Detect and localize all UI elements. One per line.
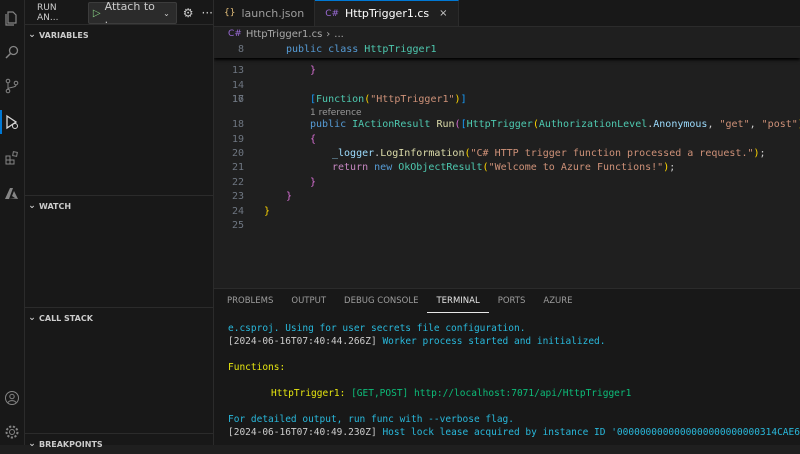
tab-launch-json[interactable]: {} launch.json xyxy=(214,0,316,26)
code-line: } xyxy=(264,206,271,217)
section-label: CALL STACK xyxy=(39,313,93,323)
tab-label: HttpTrigger1.cs xyxy=(345,7,430,20)
line-number: 24 xyxy=(231,206,244,217)
tab-output[interactable]: OUTPUT xyxy=(282,289,335,313)
csharp-file-icon: C# xyxy=(325,8,340,19)
tab-debug-console[interactable]: DEBUG CONSOLE xyxy=(335,289,427,313)
extensions-icon[interactable] xyxy=(0,144,24,172)
tab-terminal[interactable]: TERMINAL xyxy=(427,289,488,313)
code-line: [Function("HttpTrigger1")] xyxy=(310,94,467,105)
code-line: public IActionResult Run([HttpTrigger(Au… xyxy=(310,119,800,130)
line-number: 21 xyxy=(231,162,244,173)
log-message: Worker process started and initialized. xyxy=(376,336,606,347)
sticky-scroll: 8 public class HttpTrigger1 xyxy=(214,42,800,58)
account-icon[interactable] xyxy=(0,384,24,412)
terminal-line: Functions: xyxy=(228,362,286,373)
line-number: 18 xyxy=(231,119,244,130)
terminal-line: [2024-06-16T07:40:44.266Z] Worker proces… xyxy=(228,336,606,347)
tab-httptrigger1-cs[interactable]: C# HttpTrigger1.cs × xyxy=(315,0,459,26)
section-label: WATCH xyxy=(39,201,72,211)
code-line: { xyxy=(310,134,317,145)
azure-icon[interactable] xyxy=(0,180,24,208)
section-variables[interactable]: ⌄ VARIABLES xyxy=(25,24,213,45)
line-number: 8 xyxy=(237,44,244,55)
timestamp: [2024-06-16T07:40:49.230Z] xyxy=(228,427,377,438)
terminal-line: For detailed output, run func with --ver… xyxy=(228,414,514,425)
section-watch[interactable]: ⌄ WATCH xyxy=(25,195,213,216)
close-icon[interactable]: × xyxy=(439,8,447,19)
code-editor[interactable]: 12 public HttpTrigger1(ILogger<HttpTrigg… xyxy=(214,42,800,284)
terminal-line: HttpTrigger1: [GET,POST] http://localhos… xyxy=(271,388,631,399)
function-url[interactable]: http://localhost:7071/api/HttpTrigger1 xyxy=(408,388,631,399)
code-line: public class HttpTrigger1 xyxy=(286,44,437,55)
chevron-down-icon: ⌄ xyxy=(28,30,36,40)
tab-ports[interactable]: PORTS xyxy=(489,289,535,313)
tab-azure[interactable]: AZURE xyxy=(534,289,581,313)
run-debug-icon[interactable] xyxy=(0,108,24,136)
line-number: 13 xyxy=(231,65,244,76)
line-number: 23 xyxy=(231,191,244,202)
codelens-references[interactable]: 1 reference xyxy=(310,108,362,118)
search-icon[interactable] xyxy=(0,38,24,66)
section-label: BREAKPOINTS xyxy=(39,439,103,449)
debug-config-label: Attach to . xyxy=(104,0,155,26)
chevron-down-icon[interactable]: ⌄ xyxy=(163,9,170,18)
code-line: } xyxy=(310,177,317,188)
http-methods: [GET,POST] xyxy=(345,388,409,399)
line-number: 25 xyxy=(231,220,244,231)
terminal-line: [2024-06-16T07:40:49.230Z] Host lock lea… xyxy=(228,427,800,438)
debug-config-select[interactable]: ▷ Attach to . ⌄ xyxy=(87,0,177,26)
sidebar-title: RUN AN... xyxy=(37,3,59,23)
section-breakpoints[interactable]: ⌄ BREAKPOINTS xyxy=(25,433,213,454)
csharp-file-icon: C# xyxy=(228,29,242,39)
code-line: return new OkObjectResult("Welcome to Az… xyxy=(332,162,676,173)
run-debug-sidebar: RUN AN... ▷ Attach to . ⌄ ⚙ ··· ⌄ VARIAB… xyxy=(25,0,214,449)
settings-gear-icon[interactable] xyxy=(0,418,24,446)
line-number: 20 xyxy=(231,148,244,159)
line-number: 14 xyxy=(231,80,244,91)
tab-problems[interactable]: PROBLEMS xyxy=(218,289,282,313)
line-number: 22 xyxy=(231,177,244,188)
sidebar-header: RUN AN... ▷ Attach to . ⌄ ⚙ ··· xyxy=(25,0,213,26)
terminal-line: e.csproj. Using for user secrets file co… xyxy=(228,323,526,334)
line-number: 17 xyxy=(231,94,244,105)
timestamp: [2024-06-16T07:40:44.266Z] xyxy=(228,336,377,347)
json-file-icon: {} xyxy=(224,8,236,18)
chevron-down-icon: ⌄ xyxy=(28,313,36,323)
more-actions-icon[interactable]: ··· xyxy=(202,6,213,20)
breadcrumb-symbols[interactable]: ... xyxy=(334,29,344,40)
code-line: _logger.LogInformation("C# HTTP trigger … xyxy=(332,148,766,159)
activity-bar xyxy=(0,0,25,445)
section-label: VARIABLES xyxy=(39,30,89,40)
function-name: HttpTrigger1: xyxy=(271,388,346,399)
tab-label: launch.json xyxy=(241,6,305,20)
chevron-right-icon: › xyxy=(326,28,331,40)
source-control-icon[interactable] xyxy=(0,72,24,100)
bottom-panel: PROBLEMS OUTPUT DEBUG CONSOLE TERMINAL P… xyxy=(214,288,800,445)
editor-tabs: {} launch.json C# HttpTrigger1.cs × xyxy=(214,0,800,27)
chevron-down-icon: ⌄ xyxy=(28,439,36,449)
explorer-icon[interactable] xyxy=(0,4,24,32)
log-message: Host lock lease acquired by instance ID … xyxy=(376,427,800,438)
chevron-down-icon: ⌄ xyxy=(28,201,36,211)
breadcrumb-file[interactable]: HttpTrigger1.cs xyxy=(246,29,322,40)
panel-tabs: PROBLEMS OUTPUT DEBUG CONSOLE TERMINAL P… xyxy=(214,289,800,313)
code-line: } xyxy=(286,191,293,202)
section-call-stack[interactable]: ⌄ CALL STACK xyxy=(25,307,213,328)
code-line: } xyxy=(310,65,317,76)
start-debugging-icon[interactable]: ▷ xyxy=(93,8,101,19)
debug-settings-gear-icon[interactable]: ⚙ xyxy=(183,6,194,20)
breadcrumb: C# HttpTrigger1.cs › ... xyxy=(214,26,800,42)
line-number: 19 xyxy=(231,134,244,145)
